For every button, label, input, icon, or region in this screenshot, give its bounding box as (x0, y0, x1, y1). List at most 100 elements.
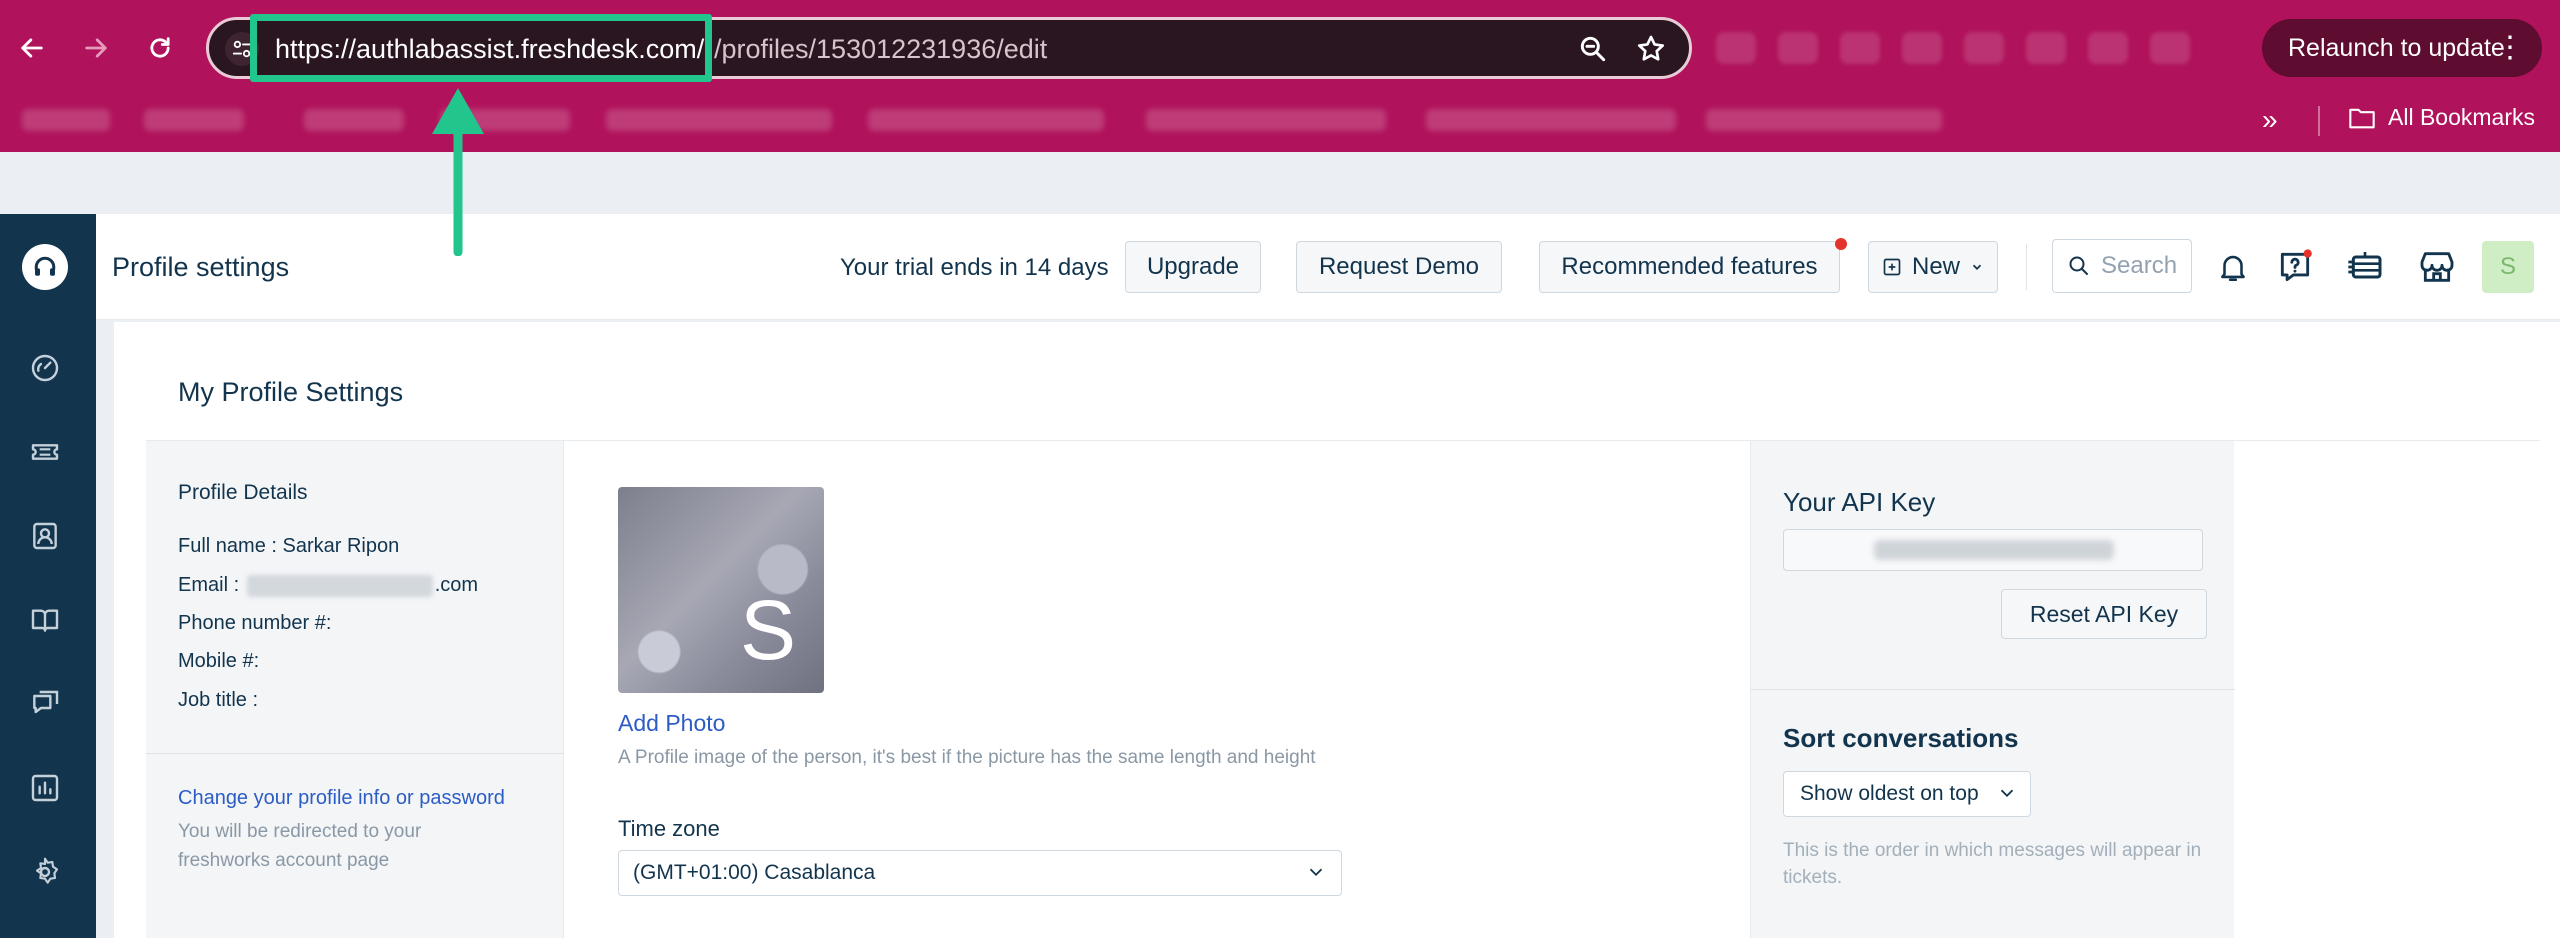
all-bookmarks-button[interactable]: All Bookmarks (2348, 104, 2535, 131)
sort-order-value: Show oldest on top (1800, 782, 1979, 805)
apps-switcher-icon[interactable] (2344, 246, 2386, 288)
folder-icon (2349, 108, 2375, 128)
photo-initial: S (739, 583, 796, 677)
extension-icon[interactable] (2150, 32, 2190, 64)
job-title-label: Job title : (178, 689, 259, 711)
profile-details-panel: Profile Details Full name : Sarkar Ripon… (146, 441, 564, 938)
bookmark-item[interactable] (304, 109, 404, 131)
more-menu-icon[interactable]: ⋮ (2495, 30, 2525, 65)
reload-icon[interactable] (140, 28, 180, 68)
url-path: /profiles/153012231936/edit (714, 34, 1048, 64)
extension-icon[interactable] (1840, 32, 1880, 64)
more-bookmarks-icon[interactable]: » (2262, 104, 2278, 136)
trial-notice: Your trial ends in 14 days (840, 254, 1109, 281)
section-title: My Profile Settings (178, 377, 404, 407)
bookmark-item[interactable] (1426, 109, 1676, 131)
url-highlight-box (250, 14, 712, 82)
search-icon (2069, 256, 2088, 275)
bookmark-item[interactable] (606, 109, 832, 131)
email-label: Email : (178, 574, 240, 596)
add-photo-link[interactable]: Add Photo (618, 710, 725, 737)
bookmark-item[interactable] (1146, 109, 1386, 131)
email-suffix: .com (434, 574, 479, 596)
reset-api-key-button[interactable]: Reset API Key (2001, 589, 2207, 639)
contacts-icon[interactable] (27, 518, 63, 554)
api-key-redacted (1874, 540, 2114, 560)
panel-divider (146, 753, 564, 754)
extension-icon[interactable] (1902, 32, 1942, 64)
settings-side-panel: Your API Key Reset API Key Sort conversa… (1750, 441, 2235, 938)
api-key-title: Your API Key (1783, 487, 1936, 517)
time-zone-select[interactable]: (GMT+01:00) Casablanca (618, 850, 1342, 896)
change-profile-link[interactable]: Change your profile info or password (178, 787, 505, 810)
api-key-field[interactable] (1783, 529, 2203, 571)
search-placeholder: Search (2101, 252, 2178, 279)
panel-divider (1751, 689, 2235, 690)
chevron-down-icon (1972, 264, 1982, 270)
tickets-icon[interactable] (27, 434, 63, 470)
page-title: Profile settings (112, 252, 290, 282)
new-label: New (1911, 253, 1960, 280)
relaunch-label: Relaunch to update (2288, 33, 2505, 62)
header-divider (2026, 244, 2027, 290)
solutions-icon[interactable] (27, 602, 63, 638)
bookmark-item[interactable] (1706, 109, 1942, 131)
extension-icon[interactable] (1964, 32, 2004, 64)
sort-hint: This is the order in which messages will… (1783, 840, 2202, 888)
forward-icon[interactable] (76, 28, 116, 68)
page-spacer (0, 152, 2560, 214)
extension-icon[interactable] (1778, 32, 1818, 64)
redirect-note: You will be redirected to your freshwork… (178, 821, 422, 871)
email-redacted (246, 574, 433, 597)
relaunch-button[interactable]: Relaunch to update ⋮ (2262, 19, 2542, 77)
app-sidebar (0, 214, 96, 938)
admin-gear-icon[interactable] (27, 854, 63, 890)
time-zone-label: Time zone (618, 816, 720, 841)
reports-icon[interactable] (27, 770, 63, 806)
plus-square-icon (1883, 258, 1901, 276)
mobile-label: Mobile #: (178, 650, 260, 672)
bookmark-star-icon[interactable] (1635, 33, 1667, 65)
job-title-row: Job title : (178, 689, 258, 712)
full-name-row: Full name : Sarkar Ripon (178, 535, 399, 558)
full-name-value: Sarkar Ripon (282, 535, 400, 557)
dashboard-icon[interactable] (27, 350, 63, 386)
recommended-features-button[interactable]: Recommended features (1539, 241, 1840, 293)
browser-chrome: https://authlabassist.freshdesk.com/ /pr… (0, 0, 2560, 152)
extensions-area (1716, 25, 2246, 71)
photo-hint: A Profile image of the person, it's best… (618, 747, 1316, 768)
email-row: Email : .com (178, 574, 478, 597)
bookmarks-divider (2318, 106, 2320, 136)
upgrade-button[interactable]: Upgrade (1125, 241, 1261, 293)
user-avatar[interactable]: S (2482, 241, 2534, 293)
help-icon[interactable] (2274, 246, 2316, 288)
bookmarks-bar (0, 98, 2560, 142)
bookmark-item[interactable] (868, 109, 1104, 131)
profile-content: My Profile Settings Profile Details Full… (114, 322, 2560, 938)
bookmark-item[interactable] (144, 109, 244, 131)
all-bookmarks-label: All Bookmarks (2388, 104, 2535, 130)
annotation-arrow-icon (432, 88, 484, 256)
back-icon[interactable] (12, 28, 52, 68)
marketplace-icon[interactable] (2416, 246, 2458, 288)
phone-row: Phone number #: (178, 612, 331, 635)
extension-icon[interactable] (2026, 32, 2066, 64)
freshdesk-logo-icon[interactable] (22, 244, 68, 290)
profile-photo[interactable]: S (618, 487, 824, 693)
sort-conversations-title: Sort conversations (1783, 723, 2019, 753)
zoom-icon[interactable] (1577, 33, 1609, 65)
sort-order-select[interactable]: Show oldest on top (1783, 771, 2031, 817)
extension-icon[interactable] (1716, 32, 1756, 64)
forums-icon[interactable] (27, 686, 63, 722)
request-demo-button[interactable]: Request Demo (1296, 241, 1502, 293)
search-input[interactable]: Search (2052, 239, 2192, 293)
chevron-down-icon (2000, 789, 2014, 798)
mobile-row: Mobile #: (178, 650, 259, 673)
bookmark-item[interactable] (22, 109, 110, 131)
extension-icon[interactable] (2088, 32, 2128, 64)
notification-dot (1835, 238, 1847, 250)
full-name-label: Full name : (178, 535, 277, 557)
notifications-bell-icon[interactable] (2212, 246, 2254, 288)
new-dropdown-button[interactable]: New (1868, 241, 1998, 293)
chevron-down-icon (1309, 868, 1323, 877)
